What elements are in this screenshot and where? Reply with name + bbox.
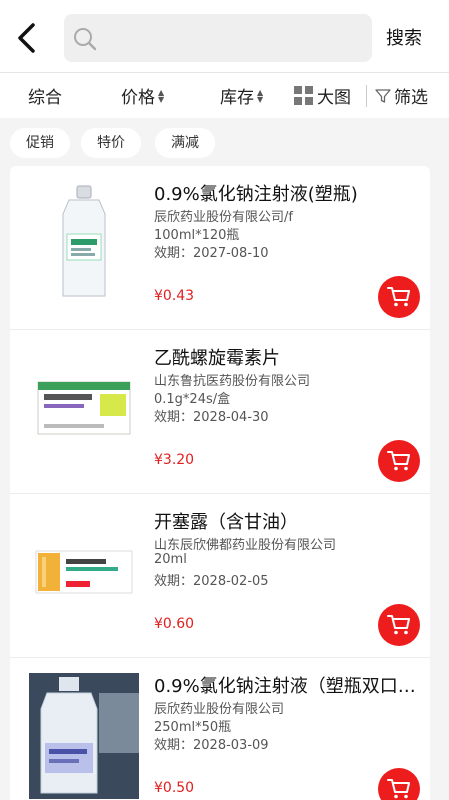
add-to-cart-button[interactable] (378, 276, 420, 318)
product-image (28, 508, 140, 636)
product-expiry: 效期：2028-03-09 (154, 738, 269, 753)
medicine-box-image (35, 550, 133, 594)
iv-bottle-photo-image (29, 673, 139, 799)
product-company: 辰欣药业股份有限公司/f (154, 210, 293, 225)
back-button[interactable] (8, 18, 44, 58)
sort-arrows-icon: ▲ ▼ (257, 87, 264, 104)
product-company: 山东鲁抗医药股份有限公司 (154, 374, 311, 389)
sort-comprehensive-label: 综合 (28, 88, 62, 108)
product-company: 辰欣药业股份有限公司 (154, 702, 285, 717)
sort-price[interactable]: 价格 ▲ ▼ (121, 83, 164, 108)
tag-discount[interactable]: 满减 (155, 128, 215, 158)
pill-box-image (37, 381, 131, 435)
filter-label: 筛选 (394, 88, 428, 108)
product-spec: 250ml*50瓶 (154, 720, 232, 735)
filter-tags: 促销 特价 满减 (0, 118, 449, 166)
product-spec: 0.1g*24s/盒 (154, 392, 231, 407)
divider (366, 85, 367, 107)
iv-bottle-image (62, 185, 106, 297)
search-input[interactable] (108, 22, 358, 54)
product-company: 山东辰欣佛都药业股份有限公司 (154, 538, 337, 553)
cart-icon (387, 615, 410, 635)
product-list: 0.9%氯化钠注射液(塑瓶) 辰欣药业股份有限公司/f 100ml*120瓶 效… (10, 166, 430, 800)
sort-price-label: 价格 (121, 88, 155, 108)
product-price: ¥0.60 (154, 616, 195, 632)
cart-icon (387, 779, 410, 799)
filter-button[interactable]: 筛选 (374, 83, 428, 108)
product-name: 0.9%氯化钠注射液（塑瓶双口… (154, 676, 416, 697)
sort-bar: 综合 价格 ▲ ▼ 库存 ▲ ▼ 大图 筛选 (0, 72, 449, 118)
product-expiry: 效期：2028-04-30 (154, 410, 269, 425)
search-button[interactable]: 搜索 (386, 24, 422, 50)
grid-icon (294, 86, 313, 105)
sort-comprehensive[interactable]: 综合 (28, 83, 62, 108)
search-box[interactable] (64, 14, 372, 62)
product-image (28, 672, 140, 800)
product-card[interactable]: 0.9%氯化钠注射液（塑瓶双口… 辰欣药业股份有限公司 250ml*50瓶 效期… (10, 658, 430, 800)
top-bar: 搜索 (0, 0, 449, 72)
cart-icon (387, 287, 410, 307)
product-image (28, 180, 140, 308)
filter-icon (375, 88, 391, 103)
product-spec: 100ml*120瓶 (154, 228, 240, 243)
cart-icon (387, 451, 410, 471)
product-expiry: 效期：2027-08-10 (154, 246, 269, 261)
tag-special-price[interactable]: 特价 (81, 128, 141, 158)
search-icon (74, 28, 97, 51)
product-image (28, 344, 140, 472)
add-to-cart-button[interactable] (378, 768, 420, 800)
product-card[interactable]: 0.9%氯化钠注射液(塑瓶) 辰欣药业股份有限公司/f 100ml*120瓶 效… (10, 166, 430, 330)
large-image-label: 大图 (317, 88, 351, 108)
product-price: ¥3.20 (154, 452, 195, 468)
chevron-left-icon (18, 23, 35, 53)
sort-arrows-icon: ▲ ▼ (158, 87, 165, 104)
product-card[interactable]: 乙酰螺旋霉素片 山东鲁抗医药股份有限公司 0.1g*24s/盒 效期：2028-… (10, 330, 430, 494)
large-image-toggle[interactable]: 大图 (294, 83, 351, 108)
product-name: 乙酰螺旋霉素片 (154, 348, 280, 369)
add-to-cart-button[interactable] (378, 604, 420, 646)
product-price: ¥0.43 (154, 288, 195, 304)
product-spec: 20ml (154, 552, 187, 567)
add-to-cart-button[interactable] (378, 440, 420, 482)
tag-promotion[interactable]: 促销 (10, 128, 70, 158)
product-name: 开塞露（含甘油） (154, 512, 298, 533)
product-expiry: 效期：2028-02-05 (154, 574, 269, 589)
sort-stock[interactable]: 库存 ▲ ▼ (220, 83, 263, 108)
product-card[interactable]: 开塞露（含甘油） 山东辰欣佛都药业股份有限公司 20ml 效期：2028-02-… (10, 494, 430, 658)
product-price: ¥0.50 (154, 780, 195, 796)
sort-stock-label: 库存 (220, 88, 254, 108)
product-name: 0.9%氯化钠注射液(塑瓶) (154, 184, 358, 205)
